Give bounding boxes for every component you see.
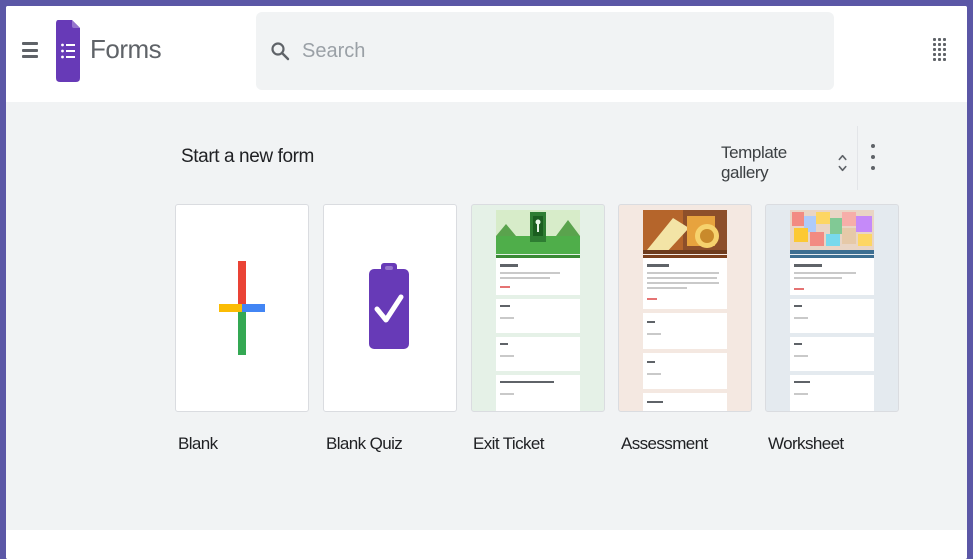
exit-ticket-header-image: [496, 210, 580, 254]
unfold-more-icon: [838, 154, 847, 172]
search-input[interactable]: [302, 39, 802, 63]
template-card-blank-quiz[interactable]: [323, 204, 457, 412]
section-title: Start a new form: [181, 146, 314, 167]
template-card-worksheet[interactable]: [765, 204, 899, 412]
template-label-assessment[interactable]: Assessment: [621, 434, 708, 454]
worksheet-header-image: [790, 210, 874, 254]
google-forms-logo[interactable]: [56, 20, 80, 82]
exit-ticket-preview: [496, 255, 580, 411]
plus-icon: [219, 261, 265, 355]
template-gallery-label: Template gallery: [721, 143, 787, 182]
search-bar[interactable]: [256, 12, 834, 90]
template-label-blank[interactable]: Blank: [178, 434, 218, 454]
app-window: Forms Start a new form Template gallery: [6, 6, 967, 559]
top-bar: Forms: [6, 6, 967, 102]
search-icon[interactable]: [270, 41, 290, 61]
assessment-header-image: [643, 210, 727, 254]
template-label-exit-ticket[interactable]: Exit Ticket: [473, 434, 544, 454]
template-card-blank[interactable]: [175, 204, 309, 412]
template-gallery-button[interactable]: Template gallery: [721, 134, 847, 192]
quiz-clipboard-icon: [369, 263, 409, 349]
divider: [857, 126, 858, 190]
content-footer: [6, 530, 967, 559]
template-card-assessment[interactable]: [618, 204, 752, 412]
hamburger-menu-icon[interactable]: [22, 42, 38, 58]
template-label-blank-quiz[interactable]: Blank Quiz: [326, 434, 403, 454]
assessment-preview: [643, 255, 727, 411]
apps-grid-icon[interactable]: [933, 38, 947, 64]
worksheet-preview: [790, 255, 874, 411]
template-label-worksheet[interactable]: Worksheet: [768, 434, 844, 454]
template-card-exit-ticket[interactable]: [471, 204, 605, 412]
more-vert-icon[interactable]: [870, 144, 876, 170]
app-title: Forms: [90, 34, 162, 64]
